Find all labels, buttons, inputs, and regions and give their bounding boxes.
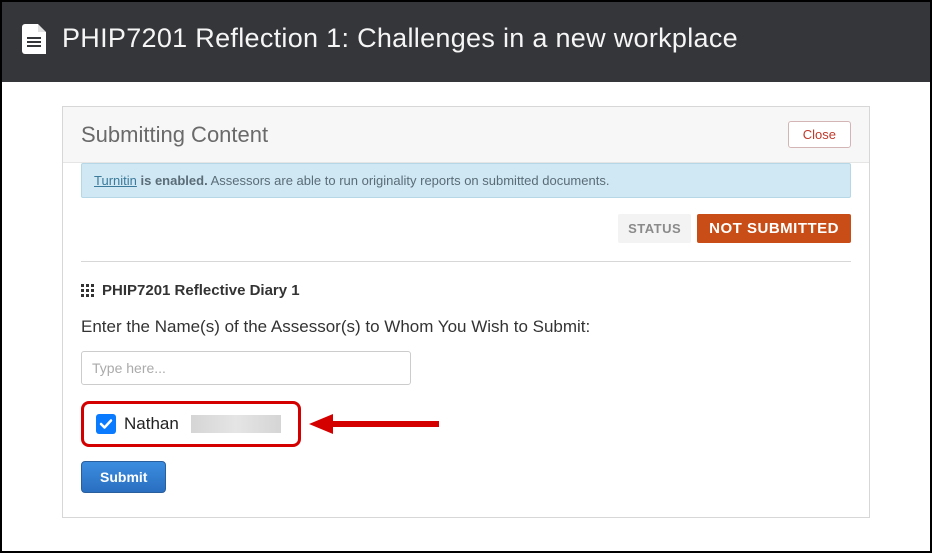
turnitin-enabled-text: is enabled. <box>137 173 208 188</box>
annotation-highlight: Nathan <box>81 401 301 447</box>
document-icon <box>22 24 46 54</box>
turnitin-description: Assessors are able to run originality re… <box>208 173 610 188</box>
content-area: Submitting Content Close Turnitin is ena… <box>2 82 930 518</box>
assessor-name: Nathan <box>124 414 179 434</box>
status-badge: NOT SUBMITTED <box>697 214 851 243</box>
panel-header: Submitting Content Close <box>63 107 869 163</box>
submit-row: Submit <box>81 461 851 493</box>
panel-title: Submitting Content <box>81 122 268 148</box>
redacted-surname <box>191 415 281 433</box>
section-title: PHIP7201 Reflective Diary 1 <box>102 282 300 299</box>
status-row: STATUS NOT SUBMITTED <box>63 214 869 261</box>
selected-assessor-area: Nathan <box>81 401 851 447</box>
section-title-row: PHIP7201 Reflective Diary 1 <box>81 282 851 299</box>
submission-panel: Submitting Content Close Turnitin is ena… <box>62 106 870 518</box>
page-title: PHIP7201 Reflection 1: Challenges in a n… <box>62 20 738 56</box>
assessor-section: PHIP7201 Reflective Diary 1 Enter the Na… <box>63 262 869 517</box>
assessor-prompt: Enter the Name(s) of the Assessor(s) to … <box>81 317 851 337</box>
grid-icon <box>81 284 95 298</box>
assessor-checkbox[interactable] <box>96 414 116 434</box>
close-button[interactable]: Close <box>788 121 851 148</box>
annotation-arrow-icon <box>309 409 439 439</box>
check-icon <box>99 417 113 431</box>
turnitin-link[interactable]: Turnitin <box>94 173 137 188</box>
page-header: PHIP7201 Reflection 1: Challenges in a n… <box>2 2 930 82</box>
assessor-input[interactable] <box>81 351 411 385</box>
turnitin-info: Turnitin is enabled. Assessors are able … <box>81 163 851 198</box>
submit-button[interactable]: Submit <box>81 461 166 493</box>
status-label: STATUS <box>618 214 691 243</box>
